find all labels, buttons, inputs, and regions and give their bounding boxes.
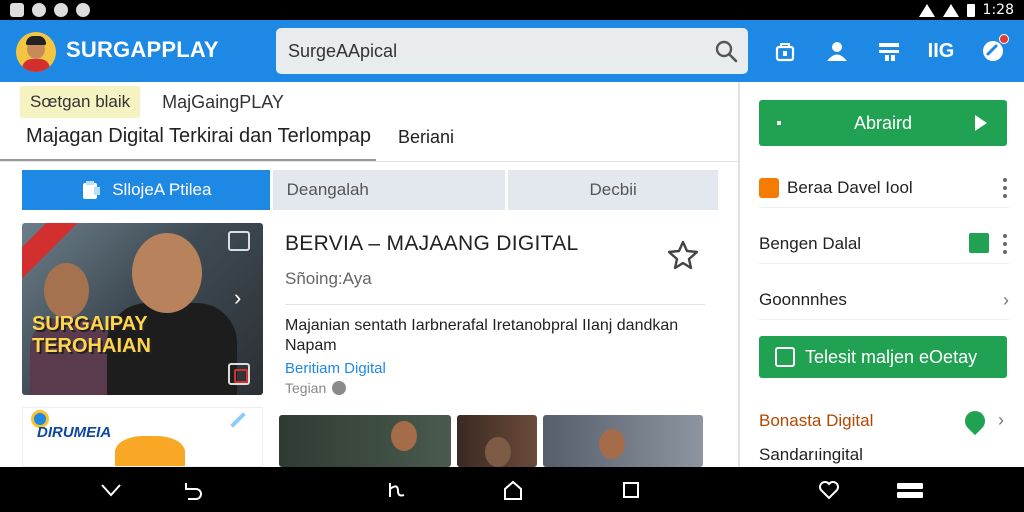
thumbnail-strip: [279, 415, 707, 467]
tab-first[interactable]: SllojeA Ptilea: [22, 170, 270, 210]
brand-title: SURGAPPLAY: [66, 37, 219, 62]
card-description: Majanian sentath Iarbnerafal Iretanobpra…: [285, 317, 679, 354]
sidebar-item-1[interactable]: Beraa Davel Iool: [759, 168, 1009, 208]
card-subtitle: Sñoing:Aya: [285, 269, 372, 288]
system-nav-bar: [0, 467, 1024, 512]
sidebar-item-3[interactable]: Goonnnhes ›: [759, 280, 1009, 320]
featured-card[interactable]: SURGAIPAY TEROHAIAN › BERVIA – MAJAANG D…: [22, 218, 718, 398]
tab-second[interactable]: Deangalah: [272, 170, 506, 210]
wifi-icon: [918, 3, 935, 17]
star-icon[interactable]: [668, 240, 698, 270]
card-title[interactable]: BERVIA – MAJAANG DIGITAL: [285, 232, 579, 256]
more-icon[interactable]: [1003, 178, 1007, 198]
globe-icon: [332, 381, 347, 395]
chevron-right-icon: ›: [1003, 290, 1009, 310]
sidebar-item-2[interactable]: Bengen Dalal: [759, 224, 1009, 264]
shopping-bag-icon[interactable]: [770, 36, 800, 66]
iig-icon[interactable]: IIG: [926, 36, 956, 66]
document-icon: [775, 347, 795, 367]
notification-icon: [10, 3, 24, 17]
category-tag[interactable]: MajGaingPLAY: [162, 92, 284, 113]
signal-icon: [942, 3, 959, 17]
home-icon[interactable]: [502, 479, 524, 501]
secondary-action-label: Telesit maljen eOetay: [805, 346, 978, 367]
tab-label: Deangalah: [286, 180, 369, 199]
status-time: 1:28: [982, 2, 1014, 18]
keyboard-icon[interactable]: [386, 479, 408, 501]
sidebar-item-digital[interactable]: Bonasta Digital: [759, 411, 873, 431]
search-input[interactable]: [288, 40, 708, 62]
users-icon[interactable]: [822, 36, 852, 66]
collapse-icon[interactable]: [100, 479, 122, 501]
list-icon[interactable]: [874, 36, 904, 66]
primary-action-button[interactable]: Abraird: [759, 100, 1007, 146]
card-meta-text: Tegian: [285, 380, 327, 396]
divider: [0, 161, 738, 162]
battery-icon: [966, 3, 975, 17]
food-image: [115, 436, 185, 466]
status-bar: 1:28: [0, 0, 1024, 20]
tab-third[interactable]: Decbii: [508, 170, 718, 210]
sidebar: Abraird Beraa Davel Iool Bengen Dalal Go…: [740, 82, 1024, 467]
video-thumbnail[interactable]: [543, 415, 703, 467]
sidebar-item-label: Beraa Davel Iool: [787, 177, 913, 197]
main-content: Sœtgan blaik MajGaingPLAY Majagan Digita…: [0, 82, 738, 467]
more-cards-row: DIRUMEIA: [22, 407, 718, 467]
tab-label: SllojeA Ptilea: [112, 180, 212, 199]
highlight-tag[interactable]: Sœtgan blaik: [20, 86, 141, 118]
notification-badge: [999, 34, 1009, 44]
featured-thumbnail[interactable]: SURGAIPAY TEROHAIAN ›: [22, 223, 263, 395]
thumbnail-title: SURGAIPAY TEROHAIAN: [32, 313, 151, 357]
app-screen: 1:28 SURGAPPLAY IIG: [0, 0, 1024, 512]
video-thumbnail[interactable]: [279, 415, 451, 467]
primary-action-label: Abraird: [853, 112, 913, 133]
tab-label: Decbii: [589, 180, 637, 199]
chevron-right-icon[interactable]: ›: [998, 410, 1004, 431]
notification-icon: [54, 3, 68, 17]
play-icon: [975, 115, 987, 131]
notification-icon: [76, 3, 90, 17]
bag-icon[interactable]: [228, 231, 250, 251]
search-bar: [276, 28, 748, 74]
heart-icon[interactable]: [818, 479, 840, 501]
clipboard-icon: [83, 181, 101, 199]
bag-icon: [969, 233, 989, 253]
divider: [285, 304, 705, 305]
tool-icon: [230, 412, 246, 428]
expand-icon[interactable]: [228, 363, 250, 385]
avatar[interactable]: [16, 32, 56, 72]
notification-bell-icon[interactable]: [978, 34, 1009, 66]
notification-icon: [32, 3, 46, 17]
recents-icon[interactable]: [620, 479, 642, 501]
shield-icon: [960, 406, 990, 436]
sidebar-item-label: Goonnnhes: [759, 289, 847, 309]
page-title[interactable]: Majagan Digital Terkirai dan Terlompap: [26, 125, 371, 148]
mini-card-title: DIRUMEIA: [37, 424, 112, 441]
tab-bar: SllojeA Ptilea Deangalah Decbii: [22, 170, 718, 210]
top-app-bar: SURGAPPLAY IIG: [0, 20, 1024, 82]
secondary-action-button[interactable]: Telesit maljen eOetay: [759, 336, 1007, 378]
card-meta: Tegian: [285, 380, 347, 396]
news-link[interactable]: Beriani: [398, 127, 454, 148]
card-category-link[interactable]: Beritiam Digital: [285, 360, 386, 377]
sidebar-item-last[interactable]: Sandarıingital: [759, 445, 863, 465]
video-thumbnail[interactable]: [457, 415, 537, 467]
search-icon[interactable]: [714, 39, 738, 63]
menu-icon[interactable]: [896, 479, 924, 501]
sidebar-item-label: Bengen Dalal: [759, 233, 862, 253]
more-icon[interactable]: [1003, 234, 1007, 254]
chevron-right-icon[interactable]: ›: [234, 285, 241, 311]
mini-card[interactable]: DIRUMEIA: [22, 407, 263, 467]
undo-icon[interactable]: [180, 479, 202, 501]
app-icon: [759, 177, 779, 198]
